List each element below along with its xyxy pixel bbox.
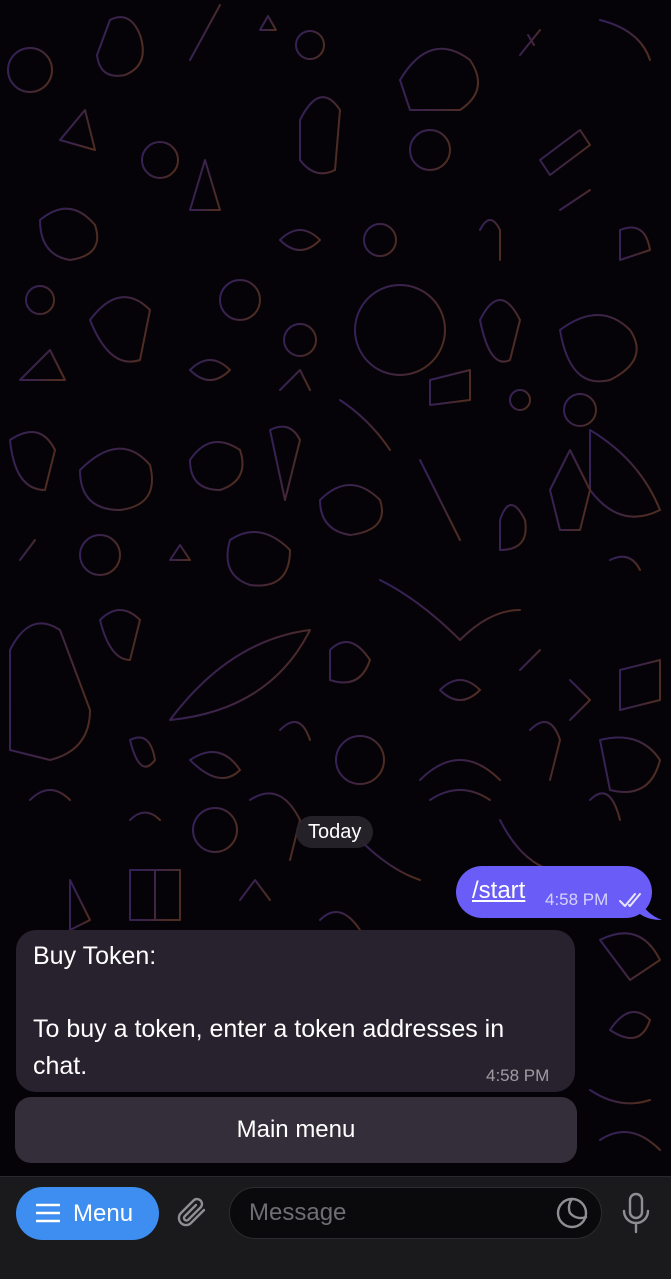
date-separator: Today [296, 816, 374, 848]
message-line: chat. [33, 1052, 88, 1080]
outgoing-command-link[interactable]: /start [472, 876, 525, 906]
message-line: To buy a token, enter a token addresses … [33, 1015, 505, 1043]
hamburger-icon [36, 1203, 60, 1223]
chat-screen: Today /start 4:58 PM Buy Token: To buy a… [0, 0, 671, 1279]
outgoing-message-time: 4:58 PM [545, 890, 609, 909]
incoming-message-time: 4:58 PM [486, 1066, 550, 1085]
bot-menu-button[interactable]: Menu [16, 1187, 159, 1240]
message-line: Buy Token: [33, 942, 157, 970]
paperclip-icon[interactable] [174, 1194, 212, 1232]
menu-button-label: Menu [73, 1200, 134, 1227]
message-input[interactable] [229, 1187, 602, 1239]
main-menu-inline-button[interactable]: Main menu [15, 1097, 577, 1163]
double-check-icon [619, 893, 641, 907]
sticker-icon[interactable] [555, 1196, 589, 1230]
microphone-icon[interactable] [619, 1192, 653, 1234]
